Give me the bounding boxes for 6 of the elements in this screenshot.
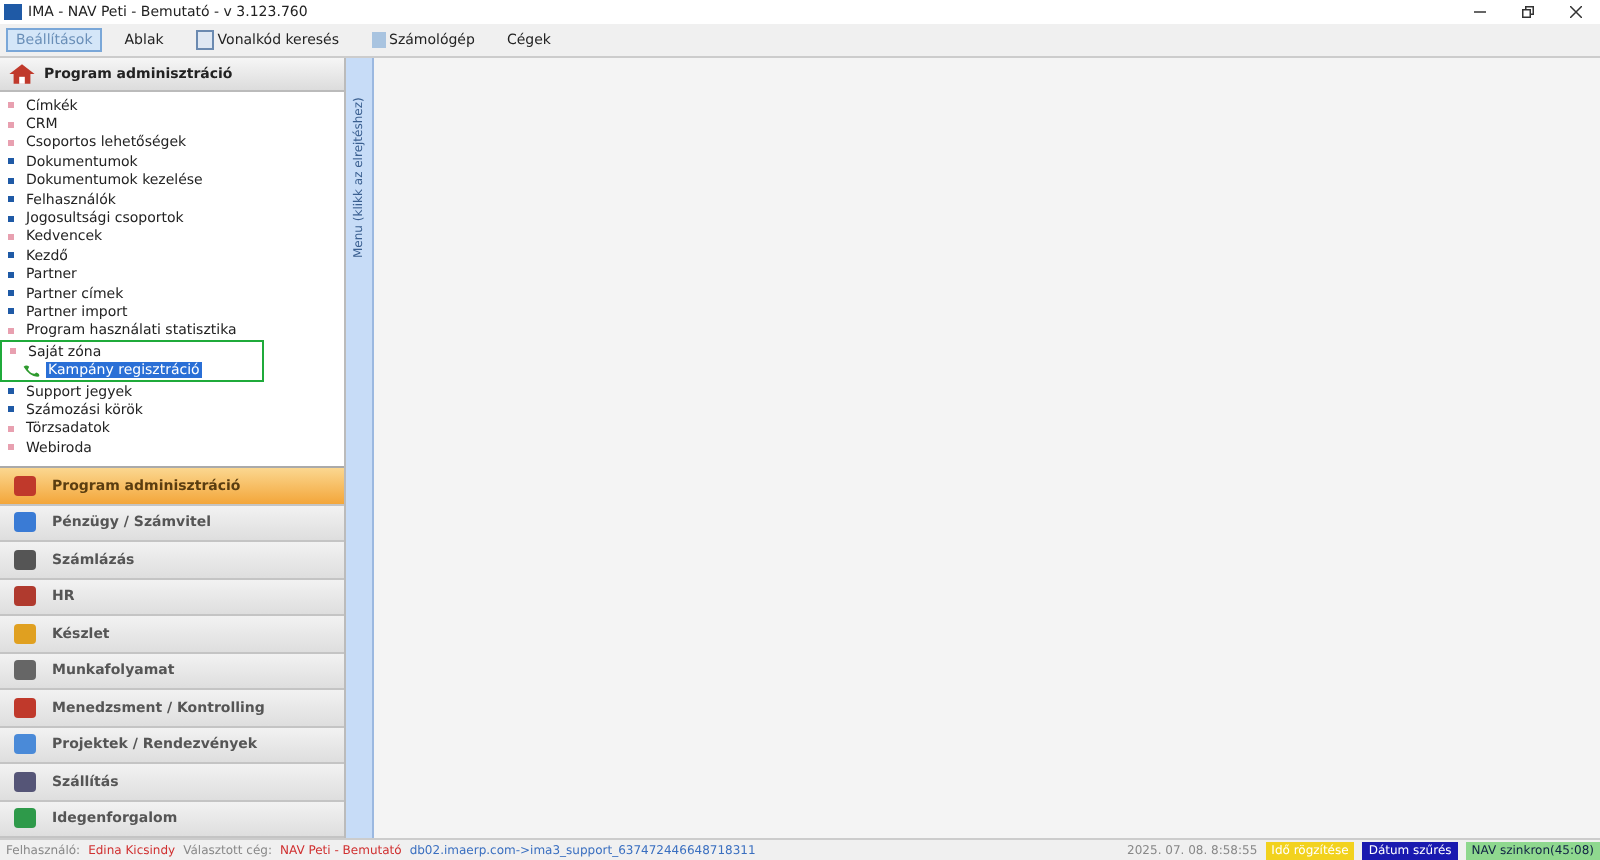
minimize-icon[interactable]: [1474, 6, 1486, 18]
phone-icon: [22, 363, 42, 378]
restore-icon[interactable]: [1522, 6, 1534, 18]
app-logo-icon: [4, 4, 22, 20]
house-icon: [8, 62, 36, 86]
close-icon[interactable]: [1570, 6, 1582, 18]
